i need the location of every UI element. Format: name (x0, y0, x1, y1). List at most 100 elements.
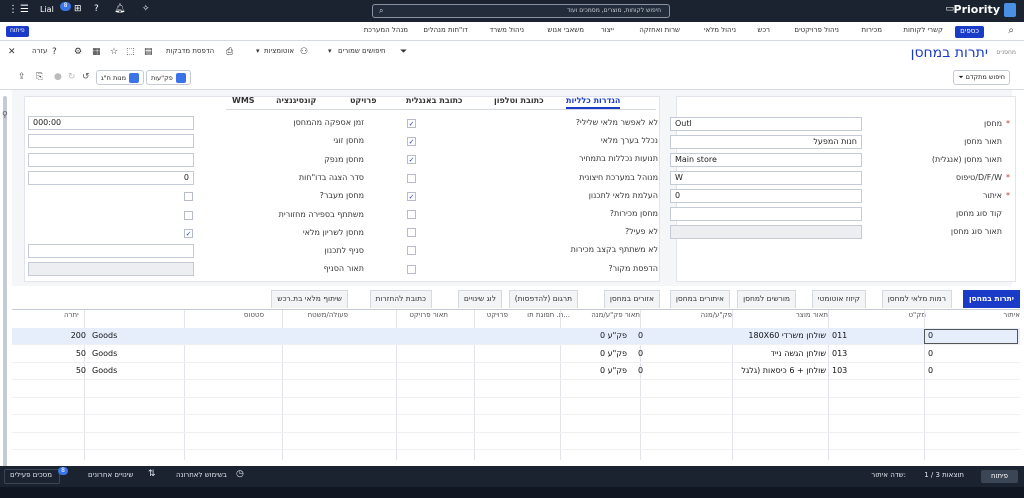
settings-icon[interactable]: ⚙ (74, 47, 82, 57)
cell-qty[interactable]: 200 (71, 331, 86, 340)
field-input[interactable]: 0 (28, 170, 194, 185)
subtab-9[interactable]: שיתוף מלאי בת.רכש (271, 290, 348, 308)
subtab-8[interactable]: כתובת להחזרות (369, 290, 432, 308)
menu-item-production[interactable]: ייצור (601, 26, 614, 34)
cell-desc[interactable]: שולחן הגשה נייד (771, 349, 826, 358)
dev-pill[interactable]: פיתוח (6, 26, 29, 37)
table-row[interactable] (12, 346, 1020, 363)
cell-lot_desc[interactable]: פק"ע 0 (600, 331, 627, 340)
help-link[interactable]: עזרה (32, 47, 47, 55)
field-input[interactable]: W (670, 171, 862, 185)
subtab-4[interactable]: איתורים במחסן (669, 290, 730, 308)
menu-item-purchasing[interactable]: רכש (757, 26, 770, 34)
field-input[interactable] (28, 244, 194, 259)
recent-changes-label[interactable]: שינויים אחרונים (88, 471, 133, 479)
tab-project[interactable]: פרויקט (350, 96, 377, 105)
subtab-2[interactable]: קיזוז אוטומטי (811, 290, 866, 308)
printer-icon[interactable]: ⎙ (226, 47, 233, 57)
cell-status[interactable]: Goods (92, 366, 117, 375)
vertical-scrollbar[interactable] (3, 96, 7, 476)
pin-icon[interactable]: ⚲ (2, 110, 8, 119)
help-icon[interactable]: ? (94, 4, 99, 14)
saved-search-chevron-icon[interactable]: ▾ (328, 47, 332, 55)
print-labels-button[interactable]: הדפסת מדבקות (166, 47, 214, 55)
tab-consignment[interactable]: קונסיגנציה (276, 96, 316, 105)
field-input[interactable]: חנות המפעל (670, 135, 862, 149)
work-orders-button[interactable]: פק"עות (146, 70, 191, 85)
search-input[interactable]: חיפוש לקוחות, מוצרים, מסמכים ועוד (567, 7, 661, 14)
column-header[interactable]: פק"ע/מנה (701, 311, 732, 319)
bookmark-icon[interactable]: ⬚ (126, 47, 135, 57)
filter-icon[interactable]: ⏷ (400, 47, 407, 57)
cell-desc[interactable]: שולחן משרדי 180X60 (748, 331, 826, 340)
dropdown-chevron-icon[interactable]: ▾ (256, 47, 260, 55)
cell-sku[interactable]: 011 (832, 331, 847, 340)
field-input[interactable]: Outl (670, 117, 862, 131)
checkbox[interactable] (407, 246, 416, 256)
column-header[interactable]: יתרה (64, 311, 79, 319)
saved-searches-button[interactable]: חיפושים שמורים (338, 47, 386, 55)
checkbox[interactable] (407, 173, 416, 183)
menu-item-reports[interactable]: דו"חות מנהלים (423, 26, 468, 34)
star-icon[interactable]: ☆ (110, 47, 118, 57)
breadcrumb[interactable]: מחסנים (996, 49, 1016, 56)
subtab-5[interactable]: אזורים במחסן (603, 290, 660, 308)
checkbox[interactable] (407, 264, 416, 274)
menu-item-sales[interactable]: מכירות (862, 26, 882, 34)
column-header[interactable]: תאור פרויקט (409, 311, 448, 319)
cell-lot[interactable]: 0 (638, 366, 643, 375)
cell-lot[interactable]: 0 (638, 349, 643, 358)
column-header[interactable]: פעולה/משטח (308, 311, 348, 319)
more-icon[interactable]: ⋮ (8, 4, 18, 15)
excel-icon[interactable]: ▦ (92, 47, 101, 57)
cell-status[interactable]: Goods (92, 349, 117, 358)
field-input[interactable]: 0 (670, 189, 862, 203)
hamburger-icon[interactable]: ☰ (20, 4, 29, 15)
checkbox[interactable]: ✓ (407, 137, 416, 147)
cell-location[interactable]: 0 (928, 366, 933, 375)
menu-item-projects[interactable]: ניהול פרויקטים (794, 26, 839, 34)
menu-item-crm[interactable]: קשרי לקוחות (903, 26, 943, 34)
grid-apps-icon[interactable]: ⊞ (74, 4, 82, 14)
sparkle-icon[interactable]: ✧ (142, 4, 150, 14)
field-input[interactable] (670, 207, 862, 221)
advanced-search-button[interactable]: ⏷ חיפוש מתקדם (953, 70, 1010, 85)
cell-location[interactable]: 0 (928, 349, 933, 358)
checkbox[interactable] (184, 192, 193, 202)
column-header[interactable]: סטטוס (244, 311, 264, 319)
subtab-6[interactable]: תרגום (להדפסות) (508, 290, 578, 308)
checkbox[interactable]: ✓ (184, 228, 193, 238)
cell-qty[interactable]: 50 (76, 349, 86, 358)
tab-general[interactable]: הגדרות כלליות (566, 96, 621, 109)
cell-lot_desc[interactable]: פק"ע 0 (600, 349, 627, 358)
question-icon[interactable]: ? (52, 47, 57, 57)
cell-status[interactable]: Goods (92, 331, 117, 340)
column-header[interactable]: תאור פק"ע/מנה (591, 311, 640, 319)
user-name[interactable]: Lial (40, 5, 54, 14)
cell-sku[interactable]: 103 (832, 366, 847, 375)
undo-icon[interactable]: ↺ (82, 72, 90, 82)
subtab-0[interactable]: יתרות במחסן (963, 290, 1020, 308)
attach-icon[interactable]: ⎘ (36, 72, 43, 82)
global-search[interactable]: ⌕ חיפוש לקוחות, מוצרים, מסמכים ועוד (372, 4, 670, 18)
field-input[interactable] (28, 152, 194, 167)
cell-sku[interactable]: 013 (832, 349, 847, 358)
subtab-1[interactable]: רמות מלאי למחסן (881, 290, 952, 308)
menu-item-inventory[interactable]: ניהול מלאי (704, 26, 736, 34)
checkbox[interactable] (407, 210, 416, 219)
automation-button[interactable]: אוטומציות (264, 47, 294, 55)
menu-item-admin[interactable]: מנהל המערכת (364, 26, 408, 34)
checkbox[interactable] (184, 210, 193, 220)
recently-used-label[interactable]: בשימוש לאחרונה (176, 471, 227, 479)
ch-lots-button[interactable]: מנות ח"ג (96, 70, 145, 85)
cell-lot_desc[interactable]: פק"ע 0 (600, 366, 627, 375)
active-cell-editor[interactable] (924, 329, 1018, 344)
subtab-7[interactable]: לוג שינויים (457, 290, 502, 308)
table-row[interactable] (12, 363, 1020, 380)
checkbox[interactable]: ✓ (407, 119, 416, 128)
menu-item-hr[interactable]: משאבי אנוש (547, 26, 584, 34)
field-input[interactable]: 000:00 (28, 116, 194, 130)
column-header[interactable]: איתור (1003, 311, 1020, 319)
bell-icon[interactable]: 🔔︎ (114, 4, 125, 14)
close-icon[interactable]: ✕ (8, 47, 16, 57)
